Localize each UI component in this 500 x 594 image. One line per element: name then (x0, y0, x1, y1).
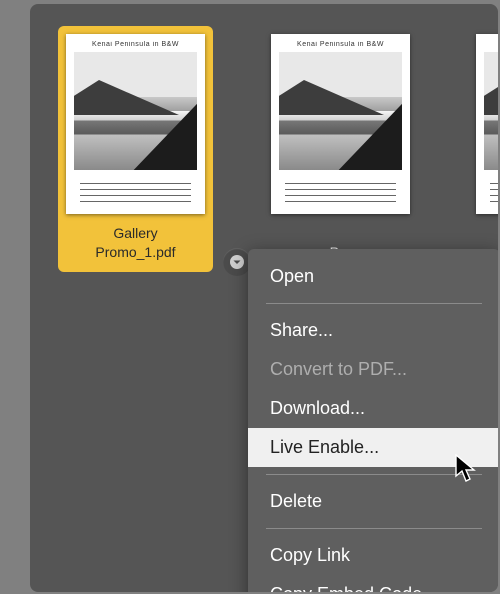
menu-item-download[interactable]: Download... (248, 389, 498, 428)
page-preview: K (476, 34, 498, 214)
menu-item-delete[interactable]: Delete (248, 482, 498, 521)
document-title: K (484, 41, 498, 48)
photo-landscape (279, 52, 402, 170)
menu-item-share[interactable]: Share... (248, 311, 498, 350)
menu-separator (266, 474, 482, 475)
page-preview: Kenai Peninsula in B&W (66, 34, 205, 214)
text-rules (279, 178, 402, 207)
document-title: Kenai Peninsula in B&W (74, 41, 197, 48)
text-rules (74, 178, 197, 207)
file-name: Gallery Promo_1.pdf (66, 224, 205, 262)
file-thumbnail[interactable]: K (468, 26, 498, 272)
menu-item-convert-to-pdf: Convert to PDF... (248, 350, 498, 389)
menu-separator (266, 303, 482, 304)
menu-item-copy-link[interactable]: Copy Link (248, 536, 498, 575)
document-title: Kenai Peninsula in B&W (279, 41, 402, 48)
menu-item-open[interactable]: Open (248, 257, 498, 296)
context-menu-trigger[interactable] (223, 248, 251, 276)
chevron-down-icon (230, 255, 244, 269)
photo-landscape (484, 52, 498, 170)
page-preview: Kenai Peninsula in B&W (271, 34, 410, 214)
gallery-panel: Kenai Peninsula in B&W Gallery Promo_1.p… (30, 4, 498, 592)
file-thumbnail[interactable]: Kenai Peninsula in B&W Pro (263, 26, 418, 272)
thumbnail-row: Kenai Peninsula in B&W Gallery Promo_1.p… (58, 26, 498, 272)
photo-landscape (74, 52, 197, 170)
menu-item-live-enable[interactable]: Live Enable... (248, 428, 498, 467)
text-rules (484, 178, 498, 207)
context-menu: Open Share... Convert to PDF... Download… (248, 249, 498, 592)
file-thumbnail[interactable]: Kenai Peninsula in B&W Gallery Promo_1.p… (58, 26, 213, 272)
menu-item-copy-embed-code[interactable]: Copy Embed Code (248, 575, 498, 592)
menu-separator (266, 528, 482, 529)
